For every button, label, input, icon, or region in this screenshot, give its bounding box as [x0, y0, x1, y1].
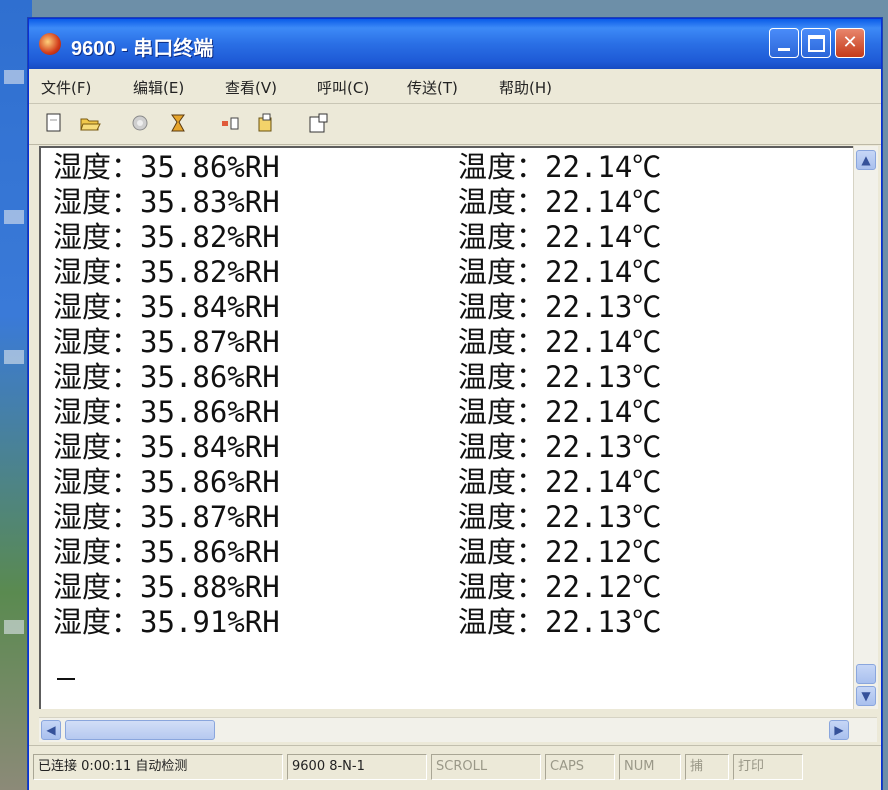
title-bar[interactable]: 9600 - 串口终端 ✕ — [29, 19, 881, 69]
menu-bar: 文件(F) 编辑(E) 查看(V) 呼叫(C) 传送(T) 帮助(H) — [29, 69, 881, 104]
humidity-reading: 湿度：35.87%RH — [53, 500, 280, 534]
temperature-reading: 温度：22.13℃ — [458, 360, 662, 394]
app-icon[interactable] — [39, 33, 61, 55]
temperature-reading: 温度：22.14℃ — [458, 325, 662, 359]
scroll-left-button[interactable]: ◀ — [41, 720, 61, 740]
text-cursor — [57, 678, 75, 680]
chevron-up-icon: ▲ — [861, 153, 871, 167]
print-indicator: 打印 — [733, 754, 803, 780]
temperature-reading: 温度：22.14℃ — [458, 395, 662, 429]
temperature-reading: 温度：22.13℃ — [458, 290, 662, 324]
humidity-reading: 湿度：35.82%RH — [53, 220, 280, 254]
scroll-right-button[interactable]: ▶ — [829, 720, 849, 740]
menu-help[interactable]: 帮助(H) — [499, 77, 552, 98]
status-bar: 已连接 0:00:11 自动检测 9600 8-N-1 SCROLL CAPS … — [29, 745, 881, 790]
temperature-reading: 温度：22.13℃ — [458, 500, 662, 534]
caps-indicator: CAPS — [545, 754, 615, 780]
menu-transfer[interactable]: 传送(T) — [407, 77, 458, 98]
terminal-window: 9600 - 串口终端 ✕ 文件(F) 编辑(E) 查看(V) 呼叫(C) 传送… — [28, 18, 882, 790]
menu-edit[interactable]: 编辑(E) — [133, 77, 184, 98]
humidity-reading: 湿度：35.84%RH — [53, 290, 280, 324]
minimize-button[interactable] — [769, 28, 799, 58]
scroll-indicator: SCROLL — [431, 754, 541, 780]
paste-icon[interactable] — [307, 112, 329, 134]
humidity-reading: 湿度：35.88%RH — [53, 570, 280, 604]
new-icon[interactable] — [43, 112, 65, 134]
humidity-reading: 湿度：35.86%RH — [53, 150, 280, 184]
properties-icon[interactable] — [129, 112, 151, 134]
num-indicator: NUM — [619, 754, 681, 780]
connection-status: 已连接 0:00:11 自动检测 — [33, 754, 283, 780]
humidity-reading: 湿度：35.82%RH — [53, 255, 280, 289]
temperature-reading: 温度：22.13℃ — [458, 430, 662, 464]
humidity-reading: 湿度：35.87%RH — [53, 325, 280, 359]
port-settings: 9600 8-N-1 — [287, 754, 427, 780]
desktop-icon[interactable] — [4, 70, 24, 84]
scroll-thumb[interactable] — [856, 664, 876, 684]
temperature-reading: 温度：22.14℃ — [458, 465, 662, 499]
scroll-down-button[interactable]: ▼ — [856, 686, 876, 706]
close-icon: ✕ — [842, 32, 858, 53]
humidity-reading: 湿度：35.84%RH — [53, 430, 280, 464]
humidity-reading: 湿度：35.86%RH — [53, 395, 280, 429]
menu-call[interactable]: 呼叫(C) — [317, 77, 369, 98]
desktop-icon[interactable] — [4, 620, 24, 634]
minimize-icon — [778, 48, 790, 51]
capture-indicator: 捕 — [685, 754, 729, 780]
horizontal-scrollbar[interactable]: ◀ ▶ — [39, 717, 877, 742]
temperature-reading: 温度：22.13℃ — [458, 605, 662, 639]
desktop-icon[interactable] — [4, 350, 24, 364]
disconnect-icon[interactable] — [167, 112, 189, 134]
temperature-reading: 温度：22.12℃ — [458, 570, 662, 604]
terminal-output[interactable]: 湿度：35.86%RH 温度：22.14℃ 湿度：35.83%RH 温度：22.14… — [39, 146, 853, 709]
temperature-reading: 温度：22.14℃ — [458, 255, 662, 289]
send-icon[interactable] — [219, 112, 241, 134]
close-button[interactable]: ✕ — [835, 28, 865, 58]
desktop-icon[interactable] — [4, 210, 24, 224]
maximize-icon — [807, 35, 825, 52]
menu-view[interactable]: 查看(V) — [225, 77, 277, 98]
vertical-scrollbar[interactable]: ▲ ▼ — [853, 146, 878, 709]
window-title: 9600 - 串口终端 — [71, 38, 214, 60]
temperature-reading: 温度：22.14℃ — [458, 220, 662, 254]
scroll-up-button[interactable]: ▲ — [856, 150, 876, 170]
humidity-reading: 湿度：35.86%RH — [53, 360, 280, 394]
temperature-reading: 温度：22.14℃ — [458, 185, 662, 219]
chevron-down-icon: ▼ — [861, 689, 871, 703]
maximize-button[interactable] — [801, 28, 831, 58]
chevron-left-icon: ◀ — [46, 723, 56, 737]
humidity-reading: 湿度：35.86%RH — [53, 535, 280, 569]
open-icon[interactable] — [79, 112, 101, 134]
toolbar — [29, 104, 881, 145]
humidity-reading: 湿度：35.91%RH — [53, 605, 280, 639]
humidity-reading: 湿度：35.83%RH — [53, 185, 280, 219]
menu-file[interactable]: 文件(F) — [41, 77, 91, 98]
humidity-reading: 湿度：35.86%RH — [53, 465, 280, 499]
receive-icon[interactable] — [255, 112, 277, 134]
temperature-reading: 温度：22.14℃ — [458, 150, 662, 184]
chevron-right-icon: ▶ — [834, 723, 844, 737]
scroll-thumb[interactable] — [65, 720, 215, 740]
temperature-reading: 温度：22.12℃ — [458, 535, 662, 569]
